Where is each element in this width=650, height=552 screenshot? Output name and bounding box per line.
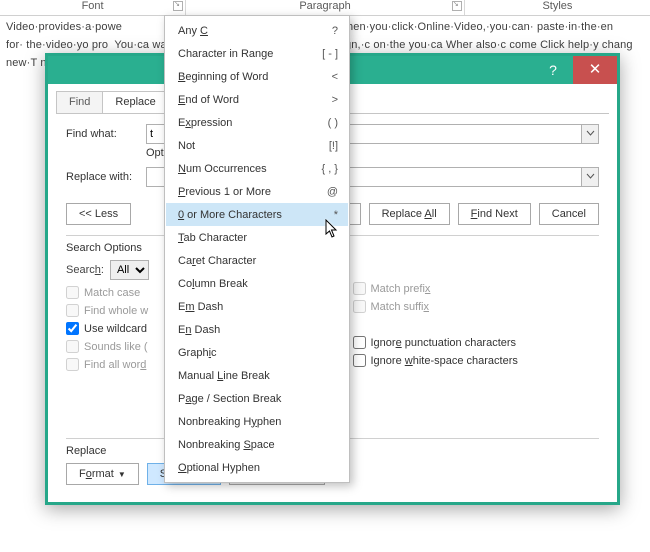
- find-next-button[interactable]: Find Next: [458, 203, 531, 225]
- menu-item-shortcut: [!]: [329, 140, 338, 152]
- menu-item[interactable]: Character in Range [ - ]: [166, 42, 348, 65]
- menu-item-label: Manual Line Break: [178, 370, 338, 382]
- find-next-label: Find Next: [471, 208, 518, 220]
- chevron-down-icon: ▼: [118, 470, 126, 479]
- menu-item[interactable]: Column Break: [166, 272, 348, 295]
- menu-item[interactable]: Optional Hyphen: [166, 456, 348, 479]
- menu-item-label: Em Dash: [178, 301, 338, 313]
- menu-item[interactable]: Previous 1 or More @: [166, 180, 348, 203]
- menu-item-label: Graphic: [178, 347, 338, 359]
- help-button[interactable]: ?: [533, 56, 573, 84]
- use-wildcards-label: Use wildcard: [84, 323, 147, 335]
- menu-item-label: Nonbreaking Space: [178, 439, 338, 451]
- less-button[interactable]: << Less: [66, 203, 131, 225]
- menu-item[interactable]: En Dash: [166, 318, 348, 341]
- replace-with-label: Replace with:: [66, 171, 146, 183]
- menu-item[interactable]: 0 or More Characters*: [166, 203, 348, 226]
- menu-item-label: Optional Hyphen: [178, 462, 338, 474]
- launcher-icon[interactable]: [452, 1, 462, 11]
- menu-item[interactable]: Graphic: [166, 341, 348, 364]
- menu-item-label: Expression: [178, 117, 318, 129]
- dropdown-icon[interactable]: [581, 125, 598, 143]
- menu-item-shortcut: >: [332, 94, 338, 106]
- menu-item-label: Caret Character: [178, 255, 338, 267]
- menu-item-label: En Dash: [178, 324, 338, 336]
- tab-replace[interactable]: Replace: [102, 91, 168, 114]
- ignore-whitespace-checkbox[interactable]: Ignore white-space characters: [353, 354, 600, 367]
- special-menu[interactable]: Any C?Character in Range[ - ]Beginning o…: [164, 15, 350, 483]
- menu-item-shortcut: ( ): [328, 117, 338, 129]
- replace-all-label: Replace All: [382, 208, 437, 220]
- launcher-icon[interactable]: [173, 1, 183, 11]
- menu-item-label: Previous 1 or More: [178, 186, 317, 198]
- menu-item-label: Any C: [178, 25, 322, 37]
- ignore-whitespace-label: Ignore white-space characters: [371, 355, 518, 367]
- ribbon-group-paragraph: Paragraph: [186, 0, 465, 15]
- menu-item-label: Column Break: [178, 278, 338, 290]
- menu-item-label: Page / Section Break: [178, 393, 338, 405]
- menu-item[interactable]: Beginning of Word <: [166, 65, 348, 88]
- replace-all-button[interactable]: Replace All: [369, 203, 450, 225]
- sounds-like-label: Sounds like (: [84, 341, 148, 353]
- menu-item-label: Character in Range: [178, 48, 312, 60]
- menu-item-shortcut: { , }: [321, 163, 338, 175]
- menu-item[interactable]: Tab Character: [166, 226, 348, 249]
- menu-item[interactable]: End of Word >: [166, 88, 348, 111]
- menu-item[interactable]: Expression ( ): [166, 111, 348, 134]
- match-suffix-label: Match suffix: [371, 301, 430, 313]
- menu-item-label: End of Word: [178, 94, 322, 106]
- cancel-button[interactable]: Cancel: [539, 203, 599, 225]
- tab-replace-label: Replace: [115, 96, 155, 108]
- match-case-label: Match case: [84, 287, 140, 299]
- menu-item[interactable]: Any C?: [166, 19, 348, 42]
- menu-item-label: Beginning of Word: [178, 71, 322, 83]
- menu-item-label: Not: [178, 140, 319, 152]
- mouse-cursor-icon: [325, 219, 339, 242]
- format-button[interactable]: Format ▼: [66, 463, 139, 485]
- ribbon-label-paragraph: Paragraph: [299, 0, 350, 12]
- menu-item[interactable]: Nonbreaking Hyphen: [166, 410, 348, 433]
- match-prefix-checkbox: Match prefix: [353, 282, 600, 295]
- close-button[interactable]: ✕: [573, 56, 617, 84]
- ignore-punct-checkbox[interactable]: Ignore punctuation characters: [353, 336, 600, 349]
- menu-item-label: Num Occurrences: [178, 163, 311, 175]
- tab-find[interactable]: Find: [56, 91, 103, 114]
- menu-item-label: 0 or More Characters: [178, 209, 324, 221]
- search-label: Search:: [66, 264, 104, 276]
- menu-item[interactable]: Nonbreaking Space: [166, 433, 348, 456]
- menu-item[interactable]: Em Dash: [166, 295, 348, 318]
- menu-item[interactable]: Manual Line Break: [166, 364, 348, 387]
- whole-word-label: Find whole w: [84, 305, 148, 317]
- ribbon-label-styles: Styles: [542, 0, 572, 12]
- match-prefix-label: Match prefix: [371, 283, 431, 295]
- menu-item[interactable]: Caret Character: [166, 249, 348, 272]
- dropdown-icon[interactable]: [581, 168, 598, 186]
- menu-item[interactable]: Page / Section Break: [166, 387, 348, 410]
- ribbon-group-font: Font: [0, 0, 186, 15]
- ribbon-label-font: Font: [82, 0, 104, 12]
- menu-item[interactable]: Num Occurrences { , }: [166, 157, 348, 180]
- less-button-label: << Less: [79, 208, 118, 220]
- menu-item-label: Tab Character: [178, 232, 338, 244]
- format-button-label: Format: [79, 468, 114, 480]
- menu-item-shortcut: ?: [332, 25, 338, 37]
- ribbon-group-styles: Styles: [465, 0, 650, 15]
- menu-item[interactable]: Not [!]: [166, 134, 348, 157]
- menu-item-shortcut: [ - ]: [322, 48, 338, 60]
- tab-find-label: Find: [69, 96, 90, 108]
- menu-item-shortcut: @: [327, 186, 338, 198]
- find-all-forms-label: Find all word: [84, 359, 146, 371]
- find-what-label: Find what:: [66, 128, 146, 140]
- match-suffix-checkbox: Match suffix: [353, 300, 600, 313]
- ignore-punct-label: Ignore punctuation characters: [371, 337, 517, 349]
- cancel-button-label: Cancel: [552, 208, 586, 220]
- menu-item-shortcut: <: [332, 71, 338, 83]
- menu-item-label: Nonbreaking Hyphen: [178, 416, 338, 428]
- search-direction-select[interactable]: All: [110, 260, 149, 280]
